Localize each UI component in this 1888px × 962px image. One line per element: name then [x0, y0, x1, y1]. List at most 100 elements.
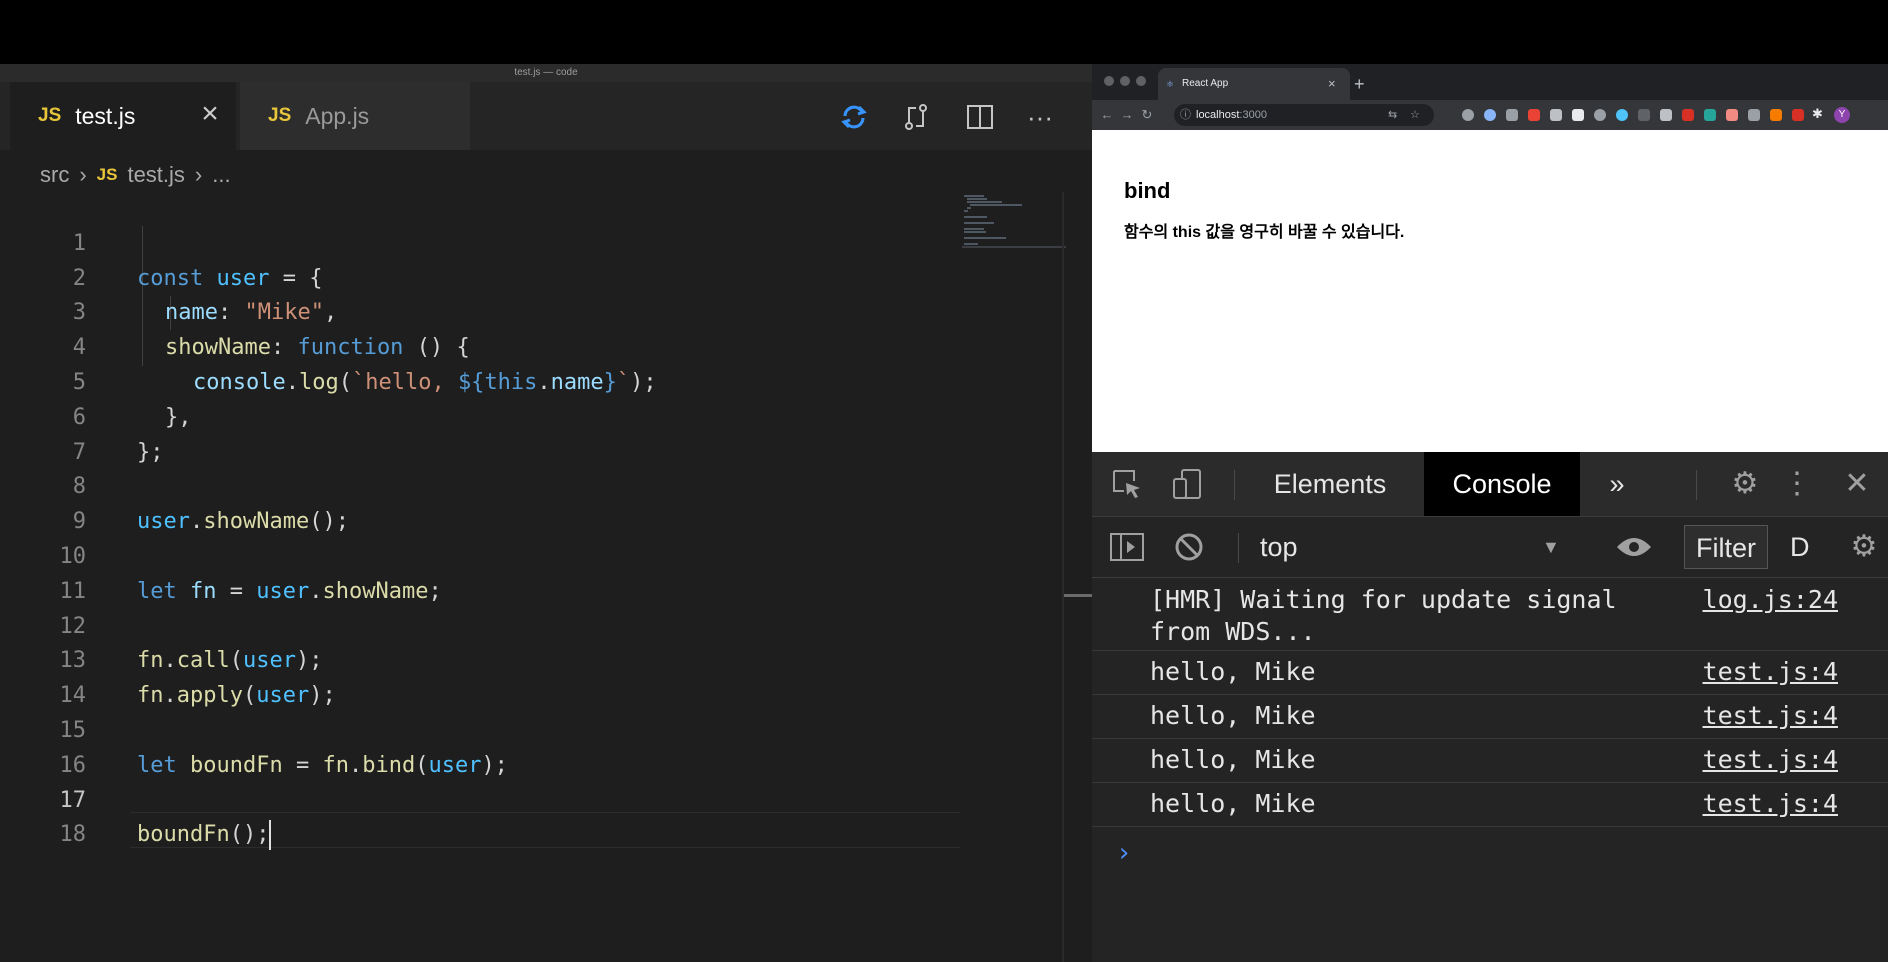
- console-message-source-link[interactable]: test.js:4: [1703, 656, 1838, 688]
- inspect-element-icon[interactable]: [1102, 452, 1152, 516]
- code-line: 18: [0, 784, 1000, 847]
- chevron-right-icon: ›: [194, 162, 203, 187]
- code-line: 4 console.log(`hello, ${this.name}`);: [0, 296, 1000, 395]
- filter-input[interactable]: Filter: [1684, 525, 1768, 569]
- browser-tab[interactable]: ⚛ React App ×: [1158, 68, 1350, 100]
- console-message: hello, Mike test.js:4: [1092, 650, 1888, 695]
- profile-avatar[interactable]: Y: [1834, 107, 1850, 123]
- window-close-icon[interactable]: [1104, 76, 1114, 86]
- sync-changes-icon[interactable]: [836, 102, 872, 132]
- browser-tab-strip: ⚛ React App × +: [1092, 64, 1888, 100]
- editor-scrollbar-thumb[interactable]: [1064, 594, 1092, 597]
- window-maximize-icon[interactable]: [1136, 76, 1146, 86]
- dropdown-arrow-icon[interactable]: ▼: [1542, 517, 1560, 577]
- console-message-source-link[interactable]: log.js:24: [1703, 584, 1838, 616]
- live-expression-eye-icon[interactable]: [1606, 517, 1662, 577]
- console-message-source-link[interactable]: test.js:4: [1703, 700, 1838, 732]
- extension-icon[interactable]: [1550, 109, 1562, 121]
- extension-icon[interactable]: [1770, 109, 1782, 121]
- reload-icon[interactable]: ↻: [1138, 100, 1156, 130]
- breadcrumb-folder[interactable]: src: [40, 162, 69, 188]
- extension-icon[interactable]: [1462, 109, 1474, 121]
- code-line: 8 user.showName();: [0, 436, 1000, 534]
- extension-icon[interactable]: [1748, 109, 1760, 121]
- js-file-icon: JS: [38, 105, 62, 126]
- extension-icon[interactable]: [1572, 109, 1584, 121]
- extension-icon[interactable]: [1506, 109, 1518, 121]
- extension-icon[interactable]: [1594, 109, 1606, 121]
- extension-icon[interactable]: [1528, 109, 1540, 121]
- address-bar[interactable]: ⓘ localhost:3000 ⇆ ☆: [1174, 104, 1434, 126]
- tab-elements[interactable]: Elements: [1252, 452, 1408, 516]
- url-host: localhost: [1196, 109, 1240, 121]
- close-tab-icon[interactable]: ×: [1328, 68, 1336, 100]
- window-title: test.js — code: [0, 64, 1092, 82]
- code-line: 6 };: [0, 366, 1000, 465]
- new-tab-button[interactable]: +: [1354, 68, 1365, 100]
- vscode-window: test.js — code JS test.js × JS App.js ··…: [0, 64, 1092, 962]
- line-number: 18: [59, 822, 87, 848]
- console-message-source-link[interactable]: test.js:4: [1703, 788, 1838, 820]
- code-line: 5 },: [0, 331, 1000, 430]
- console-message: [HMR] Waiting for update signal from WDS…: [1092, 578, 1888, 651]
- window-minimize-icon[interactable]: [1120, 76, 1130, 86]
- show-sidebar-icon[interactable]: [1102, 517, 1152, 577]
- bookmark-star-icon[interactable]: ☆: [1410, 104, 1420, 126]
- tab-app-js[interactable]: JS App.js: [240, 82, 470, 150]
- editor-scrollbar-track[interactable]: [1062, 192, 1064, 962]
- breadcrumb-more[interactable]: ...: [212, 162, 230, 188]
- console-message-text: hello, Mike: [1150, 789, 1316, 818]
- code-line: 15 let boundFn = fn.bind(user);: [0, 679, 1000, 778]
- page-viewport: bind 함수의 this 값을 영구히 바꿀 수 있습니다.: [1092, 130, 1888, 452]
- react-favicon-icon: ⚛: [1166, 79, 1175, 89]
- console-settings-gear-icon[interactable]: ⚙: [1840, 517, 1888, 577]
- text-cursor: [269, 820, 272, 851]
- console-prompt[interactable]: ›: [1116, 838, 1132, 868]
- js-file-icon: JS: [96, 165, 118, 184]
- browser-window: ⚛ React App × + ← → ↻ ⓘ localhost:3000 ⇆…: [1092, 64, 1888, 962]
- split-editor-icon[interactable]: [962, 102, 998, 132]
- more-actions-icon[interactable]: ···: [1022, 102, 1058, 132]
- clear-console-icon[interactable]: [1164, 517, 1214, 577]
- console-message-text: hello, Mike: [1150, 701, 1316, 730]
- close-devtools-icon[interactable]: ✕: [1832, 452, 1882, 516]
- extensions-puzzle-icon[interactable]: ✱: [1812, 106, 1823, 122]
- forward-icon[interactable]: →: [1118, 100, 1136, 130]
- code-line: 7: [0, 401, 1000, 465]
- console-message-source-link[interactable]: test.js:4: [1703, 744, 1838, 776]
- console-message: hello, Mike test.js:4: [1092, 738, 1888, 783]
- toolbar-divider: [1696, 470, 1697, 500]
- more-tabs-icon[interactable]: »: [1592, 452, 1642, 516]
- code-line: 11: [0, 540, 1000, 604]
- browser-toolbar: ← → ↻ ⓘ localhost:3000 ⇆ ☆ ✱ Y: [1092, 100, 1888, 130]
- extension-icon[interactable]: [1638, 109, 1650, 121]
- extension-icon[interactable]: [1726, 109, 1738, 121]
- settings-gear-icon[interactable]: ⚙: [1720, 452, 1770, 516]
- extension-icon[interactable]: [1704, 109, 1716, 121]
- code-line: 1 const user = {: [0, 192, 1000, 291]
- extension-icon[interactable]: [1616, 109, 1628, 121]
- log-levels-dropdown[interactable]: D: [1790, 517, 1810, 577]
- translate-icon[interactable]: ⇆: [1388, 104, 1397, 126]
- toolbar-divider: [1238, 533, 1239, 563]
- code-line: 3 showName: function () {: [0, 262, 1000, 360]
- url-port: :3000: [1239, 109, 1267, 121]
- breadcrumb: src › JS test.js › ...: [40, 158, 231, 192]
- tab-console[interactable]: Console: [1424, 452, 1580, 516]
- extension-icon[interactable]: [1682, 109, 1694, 121]
- device-toolbar-icon[interactable]: [1162, 452, 1212, 516]
- compare-changes-icon[interactable]: [898, 102, 934, 132]
- page-paragraph: 함수의 this 값을 영구히 바꿀 수 있습니다.: [1124, 224, 1405, 241]
- console-message-text: [HMR] Waiting for update signal from WDS…: [1150, 585, 1632, 646]
- context-select[interactable]: top: [1260, 517, 1298, 577]
- console-message: hello, Mike test.js:4: [1092, 694, 1888, 739]
- extension-icon[interactable]: [1484, 109, 1496, 121]
- close-tab-icon[interactable]: ×: [196, 99, 224, 129]
- extension-icon[interactable]: [1660, 109, 1672, 121]
- code-line-current: 17 boundFn();: [0, 749, 1000, 851]
- back-icon[interactable]: ←: [1098, 100, 1116, 130]
- extension-icon[interactable]: [1792, 109, 1804, 121]
- editor-tab-bar: JS test.js × JS App.js ···: [0, 82, 1092, 150]
- more-options-icon[interactable]: ⋮: [1782, 452, 1812, 516]
- breadcrumb-file[interactable]: test.js: [127, 162, 184, 188]
